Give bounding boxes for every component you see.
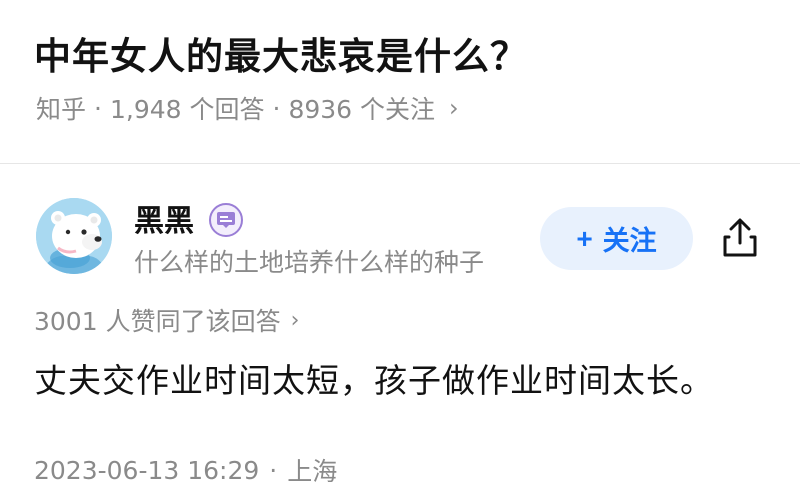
question-source: 知乎 (36, 95, 87, 124)
answer-date: 2023-06-13 16:29 (34, 455, 260, 485)
chevron-right-icon: › (449, 94, 459, 122)
answer-meta: 2023-06-13 16:29 · 上海 (34, 452, 337, 488)
polar-bear-avatar-icon (36, 198, 112, 274)
question-title[interactable]: 中年女人的最大悲哀是什么？ (34, 26, 528, 80)
meta-separator: · (269, 455, 278, 485)
answer-count: 1,948 个回答 (109, 95, 265, 124)
follow-count: 8936 个关注 (288, 95, 436, 124)
follow-label: 关注 (602, 226, 657, 256)
author-avatar[interactable] (36, 198, 112, 274)
meta-separator: · (272, 93, 281, 123)
share-icon[interactable] (716, 214, 764, 262)
question-meta[interactable]: 知乎 · 1,948 个回答 · 8936 个关注 › (36, 90, 459, 126)
certification-badge-icon (209, 203, 243, 237)
plus-icon: + (576, 222, 593, 254)
follow-button[interactable]: + 关注 (540, 207, 693, 270)
section-divider (0, 163, 800, 164)
author-name[interactable]: 黑黑 (134, 196, 194, 240)
meta-separator: · (94, 93, 102, 123)
vote-count[interactable]: 3001 人赞同了该回答 › (34, 302, 299, 338)
vote-count-text: 3001 人赞同了该回答 (34, 307, 281, 336)
answer-location: 上海 (287, 457, 338, 486)
chevron-right-icon: › (290, 307, 300, 333)
zhihu-question-page: 中年女人的最大悲哀是什么？ 知乎 · 1,948 个回答 · 8936 个关注 … (0, 0, 800, 503)
answer-content[interactable]: 丈夫交作业时间太短，孩子做作业时间太长。 (34, 354, 714, 402)
author-bio: 什么样的土地培养什么样的种子 (134, 248, 485, 277)
